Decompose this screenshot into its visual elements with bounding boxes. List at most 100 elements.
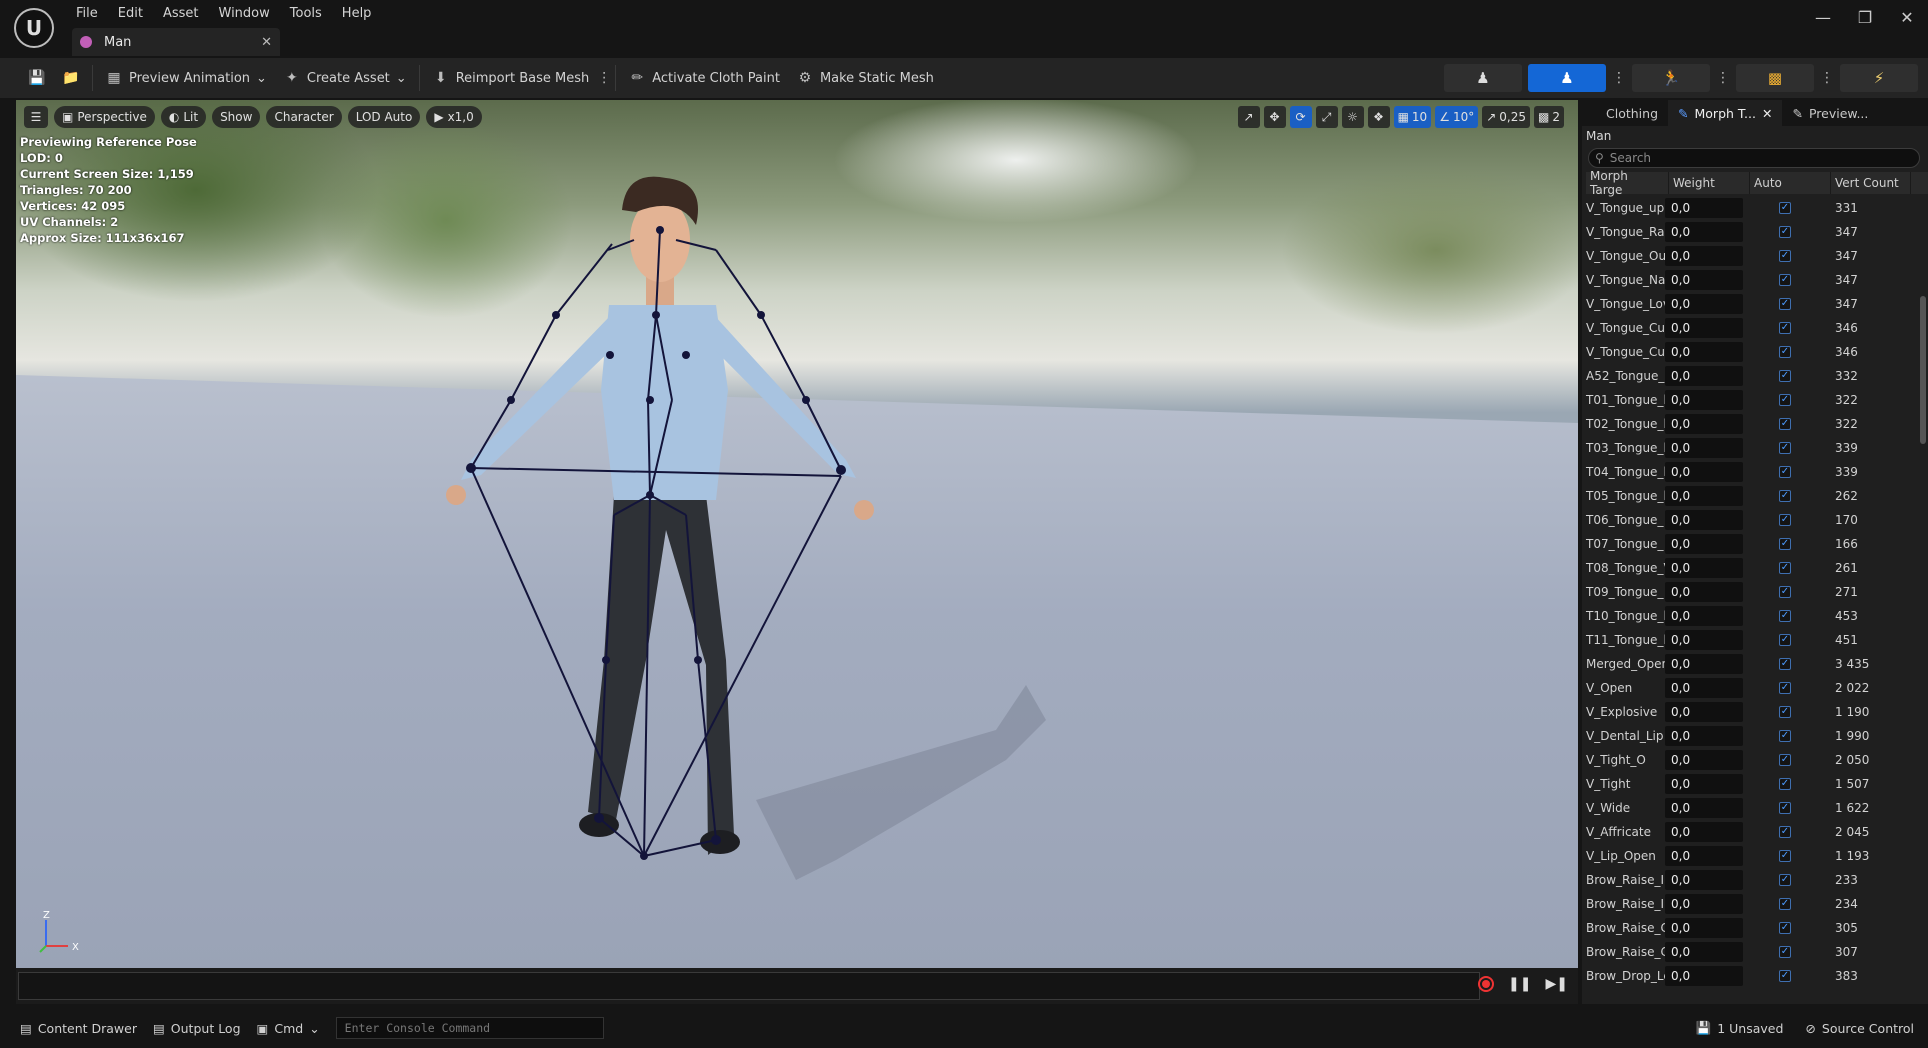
auto-checkbox[interactable]: ✓ <box>1779 514 1791 526</box>
table-row[interactable]: V_Dental_Lip 0,0 ✓ 1 990 <box>1582 724 1928 748</box>
auto-checkbox[interactable]: ✓ <box>1779 970 1791 982</box>
table-row[interactable]: Brow_Raise_I 0,0 ✓ 234 <box>1582 892 1928 916</box>
auto-checkbox[interactable]: ✓ <box>1779 298 1791 310</box>
perspective-button[interactable]: ▣ Perspective <box>54 106 155 128</box>
mesh-mode-icon[interactable]: ♟ <box>1528 64 1606 92</box>
menu-asset[interactable]: Asset <box>153 6 209 21</box>
table-row[interactable]: T01_Tongue_l 0,0 ✓ 322 <box>1582 388 1928 412</box>
character-button[interactable]: Character <box>266 106 342 128</box>
scale-snap-button[interactable]: ↗ 0,25 <box>1482 106 1531 128</box>
rotate-icon[interactable]: ⟳ <box>1289 106 1312 128</box>
weight-input[interactable]: 0,0 <box>1665 366 1743 386</box>
table-row[interactable]: Brow_Raise_I 0,0 ✓ 233 <box>1582 868 1928 892</box>
auto-checkbox[interactable]: ✓ <box>1779 658 1791 670</box>
weight-input[interactable]: 0,0 <box>1665 654 1743 674</box>
auto-checkbox[interactable]: ✓ <box>1779 586 1791 598</box>
auto-checkbox[interactable]: ✓ <box>1779 730 1791 742</box>
weight-input[interactable]: 0,0 <box>1665 846 1743 866</box>
auto-checkbox[interactable]: ✓ <box>1779 346 1791 358</box>
auto-checkbox[interactable]: ✓ <box>1779 274 1791 286</box>
weight-input[interactable]: 0,0 <box>1665 558 1743 578</box>
column-header-auto[interactable]: Auto <box>1750 172 1831 194</box>
table-row[interactable]: T11_Tongue_l 0,0 ✓ 451 <box>1582 628 1928 652</box>
table-row[interactable]: V_Explosive 0,0 ✓ 1 190 <box>1582 700 1928 724</box>
auto-checkbox[interactable]: ✓ <box>1779 922 1791 934</box>
weight-input[interactable]: 0,0 <box>1665 462 1743 482</box>
table-row[interactable]: Brow_Raise_C 0,0 ✓ 305 <box>1582 916 1928 940</box>
table-row[interactable]: V_Tongue_Cu 0,0 ✓ 346 <box>1582 316 1928 340</box>
preview-animation-button[interactable]: ▦ Preview Animation ⌄ <box>97 64 275 92</box>
record-icon[interactable] <box>1478 976 1495 992</box>
weight-input[interactable]: 0,0 <box>1665 438 1743 458</box>
auto-checkbox[interactable]: ✓ <box>1779 490 1791 502</box>
weight-input[interactable]: 0,0 <box>1665 942 1743 962</box>
table-row[interactable]: T09_Tongue_ 0,0 ✓ 271 <box>1582 580 1928 604</box>
restore-icon[interactable]: ❐ <box>1844 0 1886 34</box>
table-row[interactable]: V_Open 0,0 ✓ 2 022 <box>1582 676 1928 700</box>
weight-input[interactable]: 0,0 <box>1665 534 1743 554</box>
auto-checkbox[interactable]: ✓ <box>1779 754 1791 766</box>
table-row[interactable]: V_Affricate 0,0 ✓ 2 045 <box>1582 820 1928 844</box>
weight-input[interactable]: 0,0 <box>1665 510 1743 530</box>
console-command-input[interactable]: Enter Console Command <box>335 1017 604 1039</box>
menu-tools[interactable]: Tools <box>280 6 332 21</box>
table-row[interactable]: T04_Tongue_l 0,0 ✓ 339 <box>1582 460 1928 484</box>
weight-input[interactable]: 0,0 <box>1665 318 1743 338</box>
weight-input[interactable]: 0,0 <box>1665 798 1743 818</box>
show-button[interactable]: Show <box>212 106 261 128</box>
table-row[interactable]: V_Wide 0,0 ✓ 1 622 <box>1582 796 1928 820</box>
unsaved-button[interactable]: 💾 1 Unsaved <box>1688 1015 1792 1041</box>
blueprint-mode-options-icon[interactable]: ⋮ <box>1820 70 1834 86</box>
tab-clothing[interactable]: Clothing <box>1582 100 1668 126</box>
animation-mode-icon[interactable]: 🏃 <box>1632 64 1710 92</box>
table-row[interactable]: T02_Tongue_l 0,0 ✓ 322 <box>1582 412 1928 436</box>
tab-preview[interactable]: ✎ Preview... <box>1782 100 1878 126</box>
auto-checkbox[interactable]: ✓ <box>1779 898 1791 910</box>
grid-snap-button[interactable]: ▦ 10 <box>1393 106 1432 128</box>
menu-edit[interactable]: Edit <box>108 6 153 21</box>
lit-button[interactable]: ◐ Lit <box>160 106 207 128</box>
table-row[interactable]: V_Lip_Open 0,0 ✓ 1 193 <box>1582 844 1928 868</box>
unreal-logo-icon[interactable]: U <box>14 8 54 48</box>
weight-input[interactable]: 0,0 <box>1665 894 1743 914</box>
auto-checkbox[interactable]: ✓ <box>1779 442 1791 454</box>
save-button[interactable]: 💾 <box>20 64 54 92</box>
animation-mode-options-icon[interactable]: ⋮ <box>1716 70 1730 86</box>
auto-checkbox[interactable]: ✓ <box>1779 778 1791 790</box>
weight-input[interactable]: 0,0 <box>1665 750 1743 770</box>
auto-checkbox[interactable]: ✓ <box>1779 610 1791 622</box>
lod-button[interactable]: LOD Auto <box>347 106 421 128</box>
weight-input[interactable]: 0,0 <box>1665 486 1743 506</box>
weight-input[interactable]: 0,0 <box>1665 726 1743 746</box>
table-row[interactable]: V_Tongue_up 0,0 ✓ 331 <box>1582 196 1928 220</box>
mesh-mode-options-icon[interactable]: ⋮ <box>1612 70 1626 86</box>
close-tab-icon[interactable]: ✕ <box>261 35 272 50</box>
camera-speed-button[interactable]: ▩ 2 <box>1534 106 1564 128</box>
column-header-vert-count[interactable]: Vert Count <box>1831 172 1911 194</box>
weight-input[interactable]: 0,0 <box>1665 678 1743 698</box>
auto-checkbox[interactable]: ✓ <box>1779 370 1791 382</box>
viewport[interactable]: ☰ ▣ Perspective ◐ Lit Show Character LOD A… <box>16 100 1578 968</box>
minimize-icon[interactable]: — <box>1802 0 1844 34</box>
world-space-icon[interactable]: ☼ <box>1341 106 1364 128</box>
table-row[interactable]: V_Tight 0,0 ✓ 1 507 <box>1582 772 1928 796</box>
menu-help[interactable]: Help <box>332 6 382 21</box>
content-drawer-button[interactable]: ▤ Content Drawer <box>12 1015 145 1041</box>
weight-input[interactable]: 0,0 <box>1665 246 1743 266</box>
weight-input[interactable]: 0,0 <box>1665 390 1743 410</box>
weight-input[interactable]: 0,0 <box>1665 870 1743 890</box>
weight-input[interactable]: 0,0 <box>1665 222 1743 242</box>
weight-input[interactable]: 0,0 <box>1665 414 1743 434</box>
browse-button[interactable]: 📁 <box>54 64 88 92</box>
scale-icon[interactable]: ⤢ <box>1315 106 1338 128</box>
auto-checkbox[interactable]: ✓ <box>1779 874 1791 886</box>
skeleton-mode-icon[interactable]: ♟ <box>1444 64 1522 92</box>
pause-icon[interactable]: ❚❚ <box>1508 976 1531 992</box>
table-row[interactable]: V_Tongue_Lov 0,0 ✓ 347 <box>1582 292 1928 316</box>
auto-checkbox[interactable]: ✓ <box>1779 802 1791 814</box>
source-control-button[interactable]: ⊘ Source Control <box>1797 1015 1922 1041</box>
make-static-mesh-button[interactable]: ⚙ Make Static Mesh <box>788 64 942 92</box>
output-log-button[interactable]: ▤ Output Log <box>145 1015 249 1041</box>
step-forward-icon[interactable]: ▶❚ <box>1546 976 1569 992</box>
weight-input[interactable]: 0,0 <box>1665 918 1743 938</box>
